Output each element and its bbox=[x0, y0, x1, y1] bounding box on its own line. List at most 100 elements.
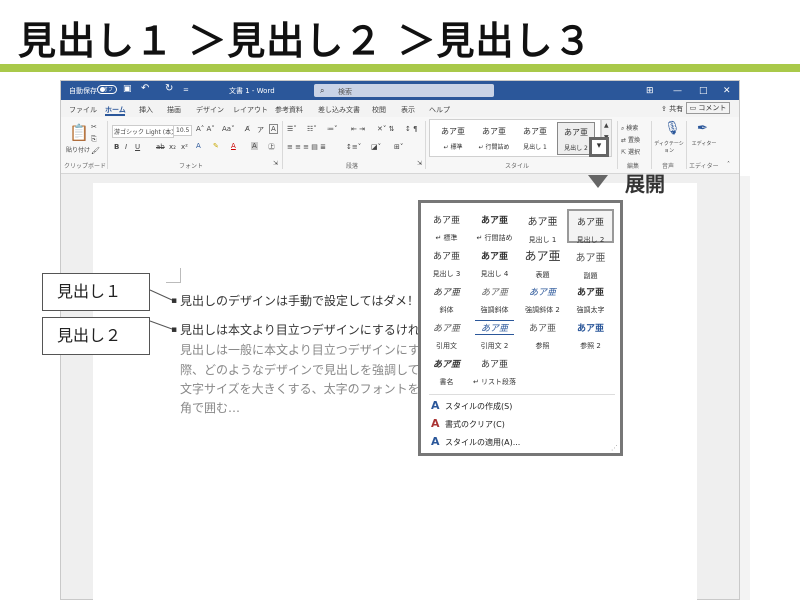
tab-view[interactable]: 表示 bbox=[401, 105, 415, 115]
style-subtitle[interactable]: あア亜 副題 bbox=[567, 245, 614, 280]
char-shading-icon[interactable]: A bbox=[251, 142, 258, 150]
style-quote[interactable]: あア亜 引用文 bbox=[423, 317, 470, 351]
style-no-spacing[interactable]: あア亜 ↵ 行間詰め bbox=[471, 209, 518, 243]
sort-icon[interactable]: ✕˅ ⇅ bbox=[377, 125, 394, 133]
maximize-button[interactable]: □ bbox=[699, 86, 708, 96]
style-book-title[interactable]: あア亜 書名 bbox=[423, 353, 470, 387]
resize-grip-icon[interactable]: ⋰ bbox=[611, 444, 618, 452]
select-button[interactable]: ⇱ 選択 bbox=[621, 147, 640, 156]
phonetic-icon[interactable]: ア bbox=[257, 125, 264, 135]
style-list-paragraph[interactable]: あア亜 ↵ リスト段落 bbox=[471, 353, 518, 387]
close-button[interactable]: ✕ bbox=[723, 86, 731, 96]
numbering-icon[interactable]: ☷˅ bbox=[307, 125, 317, 133]
tab-file[interactable]: ファイル bbox=[69, 105, 97, 115]
save-icon[interactable]: ▣ bbox=[123, 84, 132, 94]
tab-layout[interactable]: レイアウト bbox=[233, 105, 268, 115]
undo-icon[interactable]: ↶ bbox=[141, 83, 149, 94]
tab-draw[interactable]: 描画 bbox=[167, 105, 181, 115]
borders-icon[interactable]: ⊞˅ bbox=[394, 143, 403, 151]
redo-icon[interactable]: ↻ bbox=[165, 83, 173, 94]
comment-button[interactable]: ▭ コメント bbox=[686, 102, 730, 114]
apply-style-action[interactable]: A スタイルの適用(A)... bbox=[431, 435, 520, 448]
doc-body-line[interactable]: 際、どのようなデザインで見出しを強調していま bbox=[180, 361, 444, 378]
expand-label: 展開 bbox=[625, 172, 665, 196]
find-button[interactable]: ⌕ 検索 bbox=[621, 123, 638, 133]
share-button[interactable]: ⇪ 共有 bbox=[661, 104, 683, 114]
font-dialog-icon[interactable]: ⇲ bbox=[273, 160, 278, 167]
style-heading3[interactable]: あア亜 見出し 3 bbox=[423, 245, 470, 279]
style-subtle-reference[interactable]: あア亜 参照 bbox=[519, 317, 566, 351]
change-case-icon[interactable]: Aa˅ bbox=[222, 125, 235, 133]
paragraph-dialog-icon[interactable]: ⇲ bbox=[417, 160, 422, 167]
tab-help[interactable]: ヘルプ bbox=[429, 105, 450, 115]
underline-button[interactable]: U bbox=[135, 143, 140, 151]
font-name-select[interactable]: 游ゴシック Light (本文 bbox=[112, 125, 174, 138]
doc-heading1-line[interactable]: 見出しのデザインは手動で設定してはダメ！ bbox=[180, 292, 419, 309]
line-spacing-icon[interactable]: ↕≡˅ bbox=[346, 143, 361, 151]
tab-review[interactable]: 校閲 bbox=[372, 105, 386, 115]
copy-icon[interactable]: ⎘ bbox=[91, 135, 97, 144]
editor-label[interactable]: エディター bbox=[689, 141, 719, 148]
font-color-icon[interactable]: A bbox=[231, 142, 236, 150]
dictate-label[interactable]: ディクテーション bbox=[654, 141, 684, 155]
style-intense-reference[interactable]: あア亜 参照 2 bbox=[567, 317, 614, 351]
editor-icon[interactable]: ✒ bbox=[697, 121, 708, 136]
minimize-button[interactable]: — bbox=[673, 86, 682, 96]
gallery-style-heading1[interactable]: あア亜 見出し 1 bbox=[516, 122, 554, 155]
doc-body-line[interactable]: 文字サイズを大きくする、太字のフォントを使う、 bbox=[180, 380, 456, 397]
format-painter-icon[interactable]: 🖌 bbox=[91, 147, 100, 155]
align-icons[interactable]: ≡ ≡ ≡ ▤ ≣ bbox=[287, 143, 326, 151]
doc-heading2-line[interactable]: 見出しは本文より目立つデザインにするけれど… bbox=[180, 321, 444, 338]
style-strong[interactable]: あア亜 強調太字 bbox=[567, 281, 614, 315]
style-heading2[interactable]: あア亜 見出し 2 bbox=[567, 209, 614, 244]
style-intense-emphasis[interactable]: あア亜 強調斜体 2 bbox=[519, 281, 566, 315]
style-intense-quote[interactable]: あア亜 引用文 2 bbox=[471, 317, 518, 351]
scrollbar-right[interactable] bbox=[740, 176, 750, 600]
gallery-style-no-spacing[interactable]: あア亜 ↵ 行間詰め bbox=[475, 122, 513, 155]
italic-button[interactable]: I bbox=[125, 143, 127, 151]
search-box[interactable]: ⌕ 検索 bbox=[314, 84, 494, 97]
highlight-icon[interactable]: ✎ bbox=[213, 142, 219, 150]
collapse-ribbon-icon[interactable]: ˄ bbox=[727, 161, 730, 168]
strikethrough-button[interactable]: ab bbox=[156, 143, 165, 151]
dictate-icon[interactable]: 🎙 bbox=[664, 121, 681, 136]
create-style-action[interactable]: A スタイルの作成(S) bbox=[431, 399, 512, 412]
shading-icon[interactable]: ◪˅ bbox=[371, 143, 381, 151]
subscript-button[interactable]: x₂ bbox=[169, 143, 176, 151]
doc-body-line[interactable]: 見出しは一般に本文より目立つデザインにするこ bbox=[180, 341, 444, 358]
paste-icon[interactable]: 📋 bbox=[69, 123, 89, 142]
cut-icon[interactable]: ✂ bbox=[91, 123, 97, 131]
text-effects-icon[interactable]: A bbox=[196, 142, 201, 150]
replace-button[interactable]: ⇄ 置換 bbox=[621, 135, 640, 144]
style-emphasis[interactable]: あア亜 斜体 bbox=[423, 281, 470, 315]
doc-body-line[interactable]: 角で囲む… bbox=[180, 399, 240, 416]
qat-customize-icon[interactable]: = bbox=[183, 86, 189, 94]
style-heading1[interactable]: あア亜 見出し 1 bbox=[519, 209, 566, 244]
bullets-icon[interactable]: ☰˅ bbox=[287, 125, 297, 133]
indent-icon[interactable]: ⇤ ⇥ bbox=[351, 125, 365, 133]
multilevel-icon[interactable]: ≔˅ bbox=[327, 125, 338, 133]
style-name: 強調太字 bbox=[576, 306, 605, 314]
style-normal[interactable]: あア亜 ↵ 標準 bbox=[423, 209, 470, 243]
enclosed-char-icon[interactable]: ㊤ bbox=[268, 142, 275, 152]
clear-format-action[interactable]: A 書式のクリア(C) bbox=[431, 417, 505, 430]
scroll-up-icon[interactable]: ▲ bbox=[604, 122, 609, 129]
ribbon-display-icon[interactable]: ⊞ bbox=[646, 86, 654, 96]
paste-label[interactable]: 貼り付け bbox=[66, 145, 90, 154]
gallery-style-normal[interactable]: あア亜 ↵ 標準 bbox=[434, 122, 472, 155]
grow-font-icon[interactable]: A˄ A˅ bbox=[196, 125, 215, 133]
style-subtle-emphasis[interactable]: あア亜 強調斜体 bbox=[471, 281, 518, 315]
clear-format-icon[interactable]: A̸ bbox=[245, 125, 250, 133]
show-marks-icon[interactable]: ↕ ¶ bbox=[405, 125, 418, 133]
bold-button[interactable]: B bbox=[114, 143, 119, 151]
tab-references[interactable]: 参考資料 bbox=[275, 105, 303, 115]
tab-mailings[interactable]: 差し込み文書 bbox=[318, 105, 360, 115]
tab-design[interactable]: デザイン bbox=[196, 105, 224, 115]
style-title[interactable]: あア亜 表題 bbox=[519, 245, 566, 279]
tab-insert[interactable]: 挿入 bbox=[139, 105, 153, 115]
superscript-button[interactable]: x² bbox=[181, 143, 188, 151]
font-size-select[interactable]: 10.5 bbox=[173, 125, 193, 136]
enclose-char-icon[interactable]: A bbox=[269, 124, 278, 134]
style-heading4[interactable]: あア亜 見出し 4 bbox=[471, 245, 518, 279]
expand-button[interactable]: ▾ bbox=[589, 137, 609, 157]
